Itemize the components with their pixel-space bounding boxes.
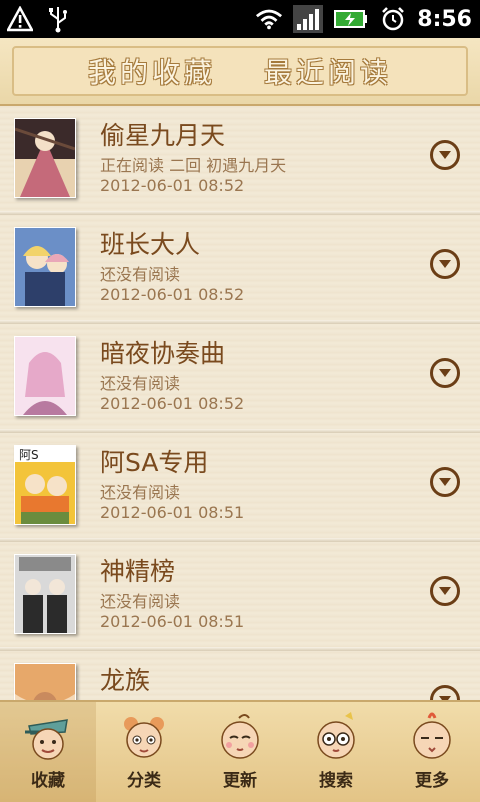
comic-read-status: 还没有阅读 [100,265,181,284]
nav-category-label: 分类 [127,771,161,791]
comic-cover [14,227,76,307]
comic-date: 2012-06-01 08:52 [100,285,245,304]
wifi-icon [255,5,283,33]
nav-category[interactable]: 分类 [96,702,192,802]
list-item[interactable]: 阿S 阿SA专用 还没有阅读 2012-06-01 08:51 [0,433,480,542]
chevron-down-icon [439,369,451,377]
list-item[interactable]: 偷星九月天 正在阅读 二回 初遇九月天 2012-06-01 08:52 [0,106,480,215]
comic-cover [14,663,76,700]
nav-favorites-label: 收藏 [31,771,65,791]
comic-cover [14,118,76,198]
category-mascot-icon [119,710,169,762]
list-item[interactable]: 龙族 [0,651,480,700]
nav-search-label: 搜索 [319,771,353,791]
comic-date: 2012-06-01 08:52 [100,394,245,413]
comic-read-status: 还没有阅读 [100,374,181,393]
nav-favorites[interactable]: 收藏 [0,702,96,802]
comic-date: 2012-06-01 08:51 [100,612,245,631]
comic-read-status: 正在阅读 二回 初遇九月天 [100,156,287,175]
expand-options-button[interactable] [430,685,460,700]
comic-title: 暗夜协奏曲 [100,339,226,368]
list-item[interactable]: 暗夜协奏曲 还没有阅读 2012-06-01 08:52 [0,324,480,433]
tab-recent-reading[interactable]: 最近阅读 [264,51,392,91]
tab-favorites[interactable]: 我的收藏 [88,51,216,91]
nav-more[interactable]: 更多 [384,702,480,802]
battery-icon [333,5,369,33]
list-item[interactable]: 班长大人 还没有阅读 2012-06-01 08:52 [0,215,480,324]
header-tabs: 我的收藏 最近阅读 [12,46,468,96]
expand-options-button[interactable] [430,140,460,170]
usb-icon [44,5,72,33]
list-item[interactable]: 神精榜 还没有阅读 2012-06-01 08:51 [0,542,480,651]
svg-text:阿S: 阿S [19,448,39,462]
warning-icon [6,5,34,33]
update-mascot-icon [215,710,265,762]
comic-title: 班长大人 [100,230,201,259]
comic-cover [14,336,76,416]
comic-read-status: 还没有阅读 [100,483,181,502]
bottom-nav: 收藏 分类 更新 搜索 更多 [0,700,480,802]
status-bar: 8:56 [0,0,480,38]
expand-options-button[interactable] [430,358,460,388]
signal-icon [293,5,324,33]
header: 我的收藏 最近阅读 [0,38,480,106]
status-time: 8:56 [417,6,472,32]
comic-list: 偷星九月天 正在阅读 二回 初遇九月天 2012-06-01 08:52 班长大… [0,106,480,700]
comic-date: 2012-06-01 08:52 [100,176,245,195]
comic-title: 神精榜 [100,557,176,586]
expand-options-button[interactable] [430,467,460,497]
comic-read-status: 还没有阅读 [100,592,181,611]
comic-title: 偷星九月天 [100,121,226,150]
alarm-icon [379,5,407,33]
chevron-down-icon [439,151,451,159]
expand-options-button[interactable] [430,576,460,606]
nav-update-label: 更新 [223,771,257,791]
favorites-mascot-icon [23,710,73,762]
expand-options-button[interactable] [430,249,460,279]
chevron-down-icon [439,478,451,486]
nav-more-label: 更多 [415,771,449,791]
comic-cover [14,554,76,634]
nav-update[interactable]: 更新 [192,702,288,802]
comic-cover: 阿S [14,445,76,525]
comic-date: 2012-06-01 08:51 [100,503,245,522]
comic-title: 龙族 [100,666,151,695]
comic-title: 阿SA专用 [100,448,209,477]
chevron-down-icon [439,587,451,595]
more-mascot-icon [407,710,457,762]
chevron-down-icon [439,260,451,268]
nav-search[interactable]: 搜索 [288,702,384,802]
search-mascot-icon [311,710,361,762]
